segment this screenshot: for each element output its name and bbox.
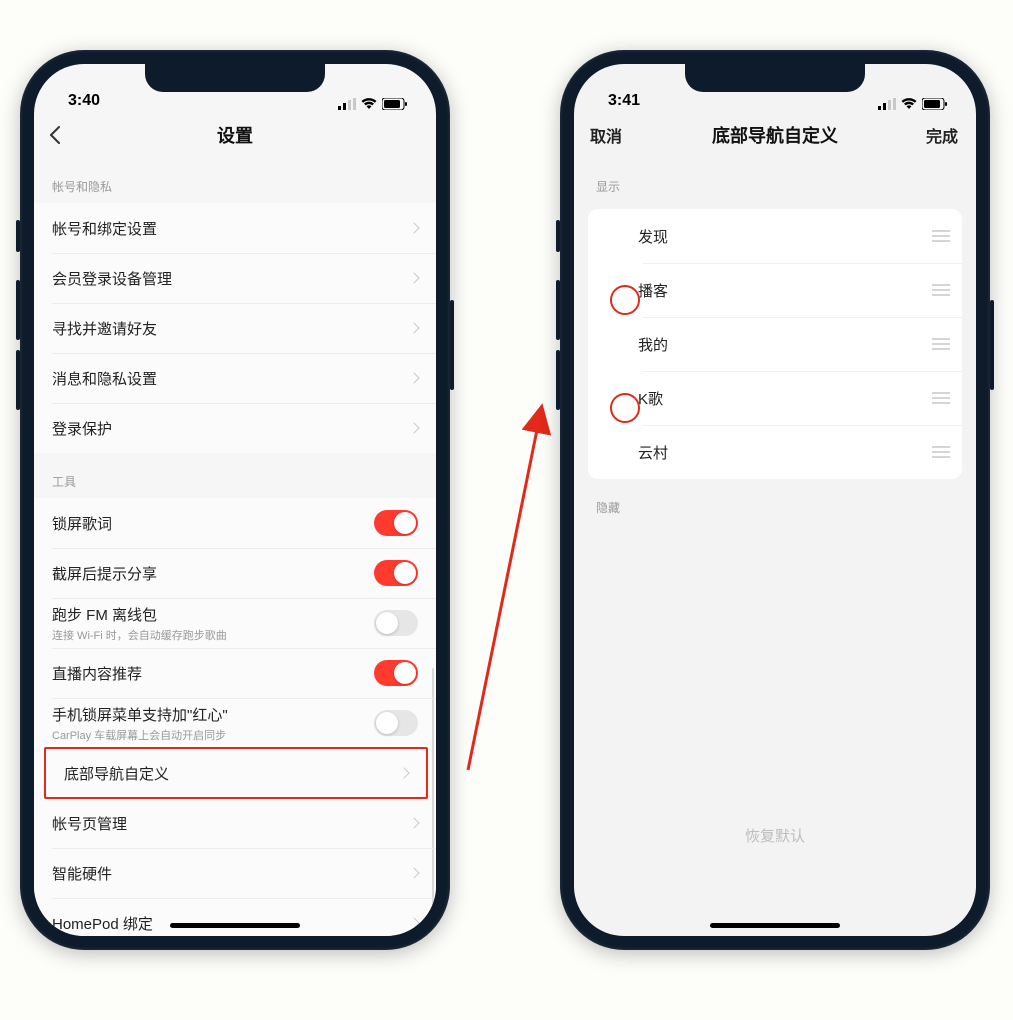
- section-header-tools: 工具: [34, 453, 436, 498]
- navbar: 设置: [34, 112, 436, 158]
- toggle-live-rec[interactable]: [374, 660, 418, 686]
- nav-item-podcast[interactable]: 播客: [588, 263, 962, 317]
- back-button[interactable]: [48, 125, 68, 145]
- notch: [685, 64, 865, 92]
- highlight-ring-icon: [610, 393, 640, 423]
- toggle-capture-share[interactable]: [374, 560, 418, 586]
- section-header-hide: 隐藏: [574, 479, 976, 524]
- drag-handle-icon[interactable]: [932, 230, 950, 242]
- nav-item-karaoke[interactable]: K歌: [588, 371, 962, 425]
- row-bottom-nav-custom[interactable]: 底部导航自定义: [46, 749, 426, 797]
- show-list: 发现 播客 我的: [588, 209, 962, 479]
- row-invite-friends[interactable]: 寻找并邀请好友: [34, 303, 436, 353]
- chevron-right-icon: [408, 867, 419, 878]
- status-time: 3:41: [608, 92, 640, 110]
- section-header-show: 显示: [574, 158, 976, 203]
- drag-handle-icon[interactable]: [932, 284, 950, 296]
- chevron-right-icon: [408, 917, 419, 928]
- tools-list: 锁屏歌词 截屏后提示分享 跑步 FM 离线包 连接 Wi-Fi 时，会自动缓存跑…: [34, 498, 436, 936]
- account-list: 帐号和绑定设置 会员登录设备管理 寻找并邀请好友 消息和隐私设置 登录保护: [34, 203, 436, 453]
- row-account-binding[interactable]: 帐号和绑定设置: [34, 203, 436, 253]
- toggle-fm-offline[interactable]: [374, 610, 418, 636]
- row-heart-lock[interactable]: 手机锁屏菜单支持加"红心" CarPlay 车载屏幕上会自动开启同步: [34, 698, 436, 748]
- row-msg-privacy[interactable]: 消息和隐私设置: [34, 353, 436, 403]
- cancel-button[interactable]: 取消: [590, 123, 622, 147]
- chevron-right-icon: [408, 222, 419, 233]
- notch: [145, 64, 325, 92]
- highlight-bottom-nav: 底部导航自定义: [44, 747, 428, 799]
- drag-handle-icon[interactable]: [932, 338, 950, 350]
- nav-item-mine[interactable]: 我的: [588, 317, 962, 371]
- drag-handle-icon[interactable]: [932, 392, 950, 404]
- chevron-right-icon: [398, 767, 409, 778]
- chevron-right-icon: [408, 817, 419, 828]
- drag-handle-icon[interactable]: [932, 446, 950, 458]
- phone-settings: 3:40 设置 帐号和: [20, 50, 450, 950]
- highlight-ring-icon: [610, 285, 640, 315]
- row-login-protect[interactable]: 登录保护: [34, 403, 436, 453]
- section-header-account: 帐号和隐私: [34, 158, 436, 203]
- chevron-right-icon: [408, 422, 419, 433]
- navbar: 取消 底部导航自定义 完成: [574, 112, 976, 158]
- toggle-heart-lock[interactable]: [374, 710, 418, 736]
- signal-icon: [878, 98, 896, 110]
- home-indicator[interactable]: [710, 923, 840, 928]
- signal-icon: [338, 98, 356, 110]
- wifi-icon: [361, 98, 377, 110]
- row-homepod[interactable]: HomePod 绑定: [34, 898, 436, 936]
- restore-defaults-button[interactable]: 恢复默认: [574, 825, 976, 846]
- page-title: 底部导航自定义: [712, 122, 838, 148]
- row-member-devices[interactable]: 会员登录设备管理: [34, 253, 436, 303]
- row-smart-hw[interactable]: 智能硬件: [34, 848, 436, 898]
- row-account-page[interactable]: 帐号页管理: [34, 798, 436, 848]
- done-button[interactable]: 完成: [926, 123, 958, 147]
- phone-edit-nav: 3:41 取消 底部导航自定义 完成 显示: [560, 50, 990, 950]
- row-fm-offline[interactable]: 跑步 FM 离线包 连接 Wi-Fi 时，会自动缓存跑步歌曲: [34, 598, 436, 648]
- chevron-right-icon: [408, 272, 419, 283]
- row-lock-lyrics[interactable]: 锁屏歌词: [34, 498, 436, 548]
- wifi-icon: [901, 98, 917, 110]
- page-title: 设置: [217, 122, 253, 148]
- nav-item-cloud-village[interactable]: 云村: [588, 425, 962, 479]
- home-indicator[interactable]: [170, 923, 300, 928]
- row-live-rec[interactable]: 直播内容推荐: [34, 648, 436, 698]
- battery-icon: [382, 98, 408, 110]
- status-time: 3:40: [68, 92, 100, 110]
- nav-item-discover[interactable]: 发现: [588, 209, 962, 263]
- battery-icon: [922, 98, 948, 110]
- toggle-lock-lyrics[interactable]: [374, 510, 418, 536]
- chevron-right-icon: [408, 322, 419, 333]
- row-capture-share[interactable]: 截屏后提示分享: [34, 548, 436, 598]
- chevron-right-icon: [408, 372, 419, 383]
